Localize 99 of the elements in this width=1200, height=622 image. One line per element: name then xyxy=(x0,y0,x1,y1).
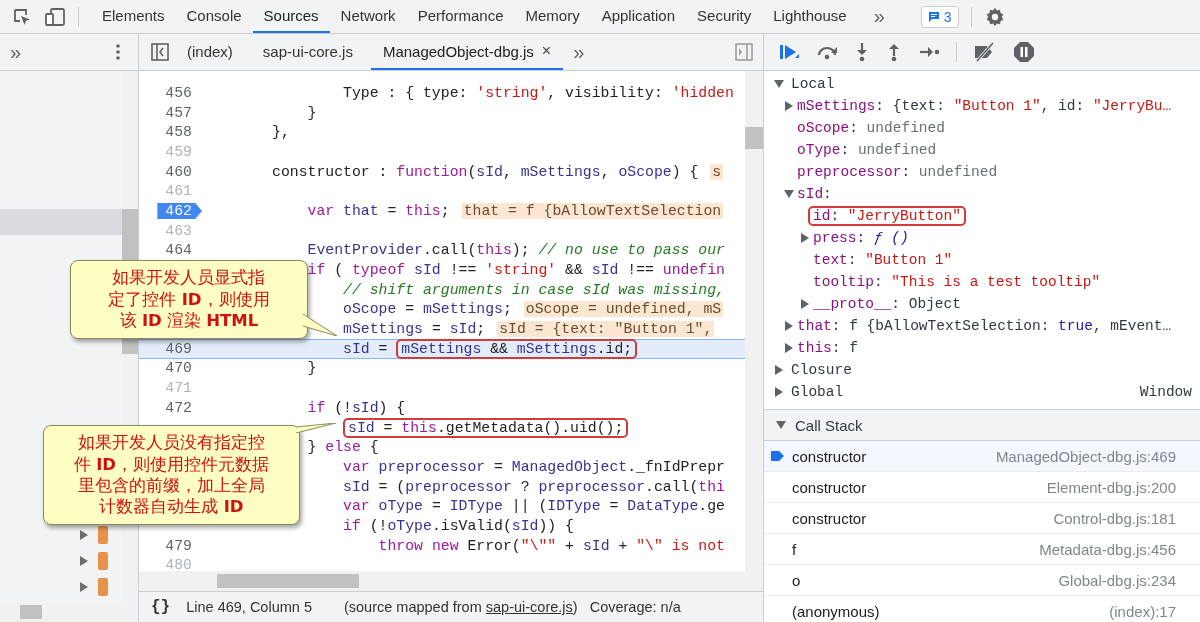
sidebar-toggle-icon[interactable] xyxy=(151,43,169,61)
file-tab[interactable]: (index) xyxy=(175,34,245,70)
panel-tab[interactable]: Console xyxy=(175,0,253,33)
line-number[interactable]: 464 xyxy=(157,242,197,259)
expand-arrow-icon[interactable] xyxy=(80,582,88,592)
code-line: } else { xyxy=(307,438,380,458)
line-number[interactable]: 457 xyxy=(157,104,197,121)
expand-arrow-icon[interactable] xyxy=(800,233,810,243)
expand-arrow-icon[interactable] xyxy=(774,365,784,375)
code-line: // shift arguments in case sId was missing, xyxy=(343,280,726,300)
property[interactable]: sId: xyxy=(797,186,832,202)
code-line: if ( typeof sId !== 'string' && sId !== undefin xyxy=(307,261,726,281)
panel-tab[interactable]: Lighthouse xyxy=(762,0,858,33)
file-tab[interactable]: ManagedObject-dbg.js × xyxy=(370,34,564,70)
file-tab[interactable]: sap-ui-core.js xyxy=(250,34,365,70)
coverage-label: Coverage: n/a xyxy=(589,599,681,615)
property[interactable]: preprocessor: undefined xyxy=(797,164,998,180)
panel-tab[interactable]: Security xyxy=(686,0,763,33)
call-frame[interactable]: (anonymous) (index):17 xyxy=(764,596,1200,622)
panel-tab[interactable]: Memory xyxy=(514,0,591,33)
line-number[interactable]: 470 xyxy=(157,360,197,377)
source-link[interactable]: sap-ui-core.js xyxy=(485,599,573,615)
cursor-position: Line 469, Column 5 xyxy=(186,599,312,615)
property[interactable]: that: f {bAllowTextSelection: true, mEvent… xyxy=(797,318,1172,334)
issues-badge[interactable]: 3 xyxy=(920,5,959,28)
code-line: var preprocessor = ManagedObject._fnIdPrepr xyxy=(343,457,726,477)
code-line: }, xyxy=(272,123,291,143)
pause-icon[interactable] xyxy=(1013,41,1035,63)
code-line: var oType = IDType || (IDType = DataType.ge xyxy=(343,497,726,517)
scope-title[interactable]: Closure xyxy=(791,362,852,378)
close-icon[interactable]: × xyxy=(541,42,552,60)
expand-arrow-icon[interactable] xyxy=(784,189,794,199)
call-frame[interactable]: o Global-dbg.js:234 xyxy=(764,565,1200,596)
call-frame[interactable]: constructor Control-dbg.js:181 xyxy=(764,503,1200,534)
code-line: mSettings = sId; sId = {text: "Button 1", xyxy=(343,320,716,340)
source-map-note: (source mapped from sap-ui-core.js) xyxy=(343,599,578,615)
code-line: var that = this; that = f {bAllowTextSelection xyxy=(307,201,725,221)
panel-tab[interactable]: Elements xyxy=(91,0,176,33)
expand-arrow-icon[interactable] xyxy=(80,530,88,540)
resume-icon[interactable] xyxy=(778,42,800,62)
callout-pointer xyxy=(296,423,336,433)
panel-tab[interactable]: Performance xyxy=(406,0,515,33)
line-number[interactable]: 479 xyxy=(157,537,197,554)
panel-tab[interactable]: Application xyxy=(590,0,687,33)
expand-arrow-icon[interactable] xyxy=(784,343,794,353)
property[interactable]: tooltip: "This is a test tooltip" xyxy=(813,274,1101,290)
code-line: } xyxy=(307,103,318,123)
code-line: constructor : function(sId, mSettings, oScope) { s xyxy=(272,162,725,182)
line-number[interactable]: 458 xyxy=(157,124,197,141)
step-icon[interactable] xyxy=(918,44,940,60)
scope-value: Window xyxy=(1139,384,1192,400)
property[interactable]: press: ƒ () xyxy=(813,230,909,246)
expand-arrow-icon[interactable] xyxy=(774,79,784,89)
property[interactable]: oScope: undefined xyxy=(797,120,945,136)
expand-arrow-icon[interactable] xyxy=(800,299,810,309)
property[interactable]: __proto__: Object xyxy=(813,296,961,312)
call-frame[interactable]: constructor ManagedObject-dbg.js:469 xyxy=(764,441,1200,472)
code-line: throw new Error("\"" + sId + "\" is not xyxy=(378,536,726,556)
line-number[interactable]: 469 xyxy=(157,340,197,357)
call-frame[interactable]: constructor Element-dbg.js:200 xyxy=(764,472,1200,503)
expand-arrow-icon[interactable] xyxy=(784,321,794,331)
code-line: if (!oType.isValid(sId)) { xyxy=(343,516,575,536)
more-panels-button[interactable]: » xyxy=(6,40,26,64)
line-number[interactable]: 462 xyxy=(157,202,202,219)
scope-title[interactable]: Global xyxy=(791,384,844,400)
more-tabs-button[interactable]: » xyxy=(869,5,889,28)
device-icon[interactable] xyxy=(44,6,66,27)
line-number[interactable]: 460 xyxy=(157,163,197,180)
expand-arrow-icon[interactable] xyxy=(774,387,784,397)
call-frame[interactable]: f Metadata-dbg.js:456 xyxy=(764,534,1200,565)
inspect-icon[interactable] xyxy=(12,6,32,27)
property[interactable]: id: "JerryButton" xyxy=(808,206,966,226)
more-files-button[interactable]: » xyxy=(569,40,589,64)
panel-tab[interactable]: Network xyxy=(329,0,407,33)
current-frame-icon xyxy=(771,450,785,462)
property[interactable]: mSettings: {text: "Button 1", id: "JerryBu… xyxy=(797,98,1172,114)
property[interactable]: oType: undefined xyxy=(797,142,937,158)
code-line: EventProvider.call(this); // no use to pass our xyxy=(307,241,726,261)
section-title[interactable]: Call Stack xyxy=(795,416,863,434)
sidebar-toggle-icon[interactable] xyxy=(735,43,753,61)
code-line: Type : { type: 'string', visibility: 'hidden xyxy=(343,83,735,103)
code-line: sId = (preprocessor ? preprocessor.call(thi xyxy=(343,477,726,497)
line-number[interactable]: 472 xyxy=(157,399,197,416)
code-line: if (!sId) { xyxy=(307,398,407,418)
callout-pointer xyxy=(303,314,337,336)
vertical-scrollbar[interactable] xyxy=(745,71,763,571)
property[interactable]: this: f xyxy=(797,340,858,356)
pretty-print-button[interactable]: {} xyxy=(151,598,171,616)
code-line: } xyxy=(307,359,318,379)
code-line: oScope = mSettings; oScope = undefined, mS xyxy=(343,300,725,320)
scope-title[interactable]: Local xyxy=(791,76,835,92)
horizontal-scrollbar[interactable] xyxy=(139,571,763,591)
menu-icon[interactable] xyxy=(116,44,120,60)
expand-arrow-icon[interactable] xyxy=(784,101,794,111)
expand-arrow-icon[interactable] xyxy=(776,420,786,430)
deactivate-breakpoints-icon[interactable] xyxy=(973,42,997,62)
line-number[interactable]: 456 xyxy=(157,84,197,101)
expand-arrow-icon[interactable] xyxy=(80,556,88,566)
property[interactable]: text: "Button 1" xyxy=(813,252,953,268)
